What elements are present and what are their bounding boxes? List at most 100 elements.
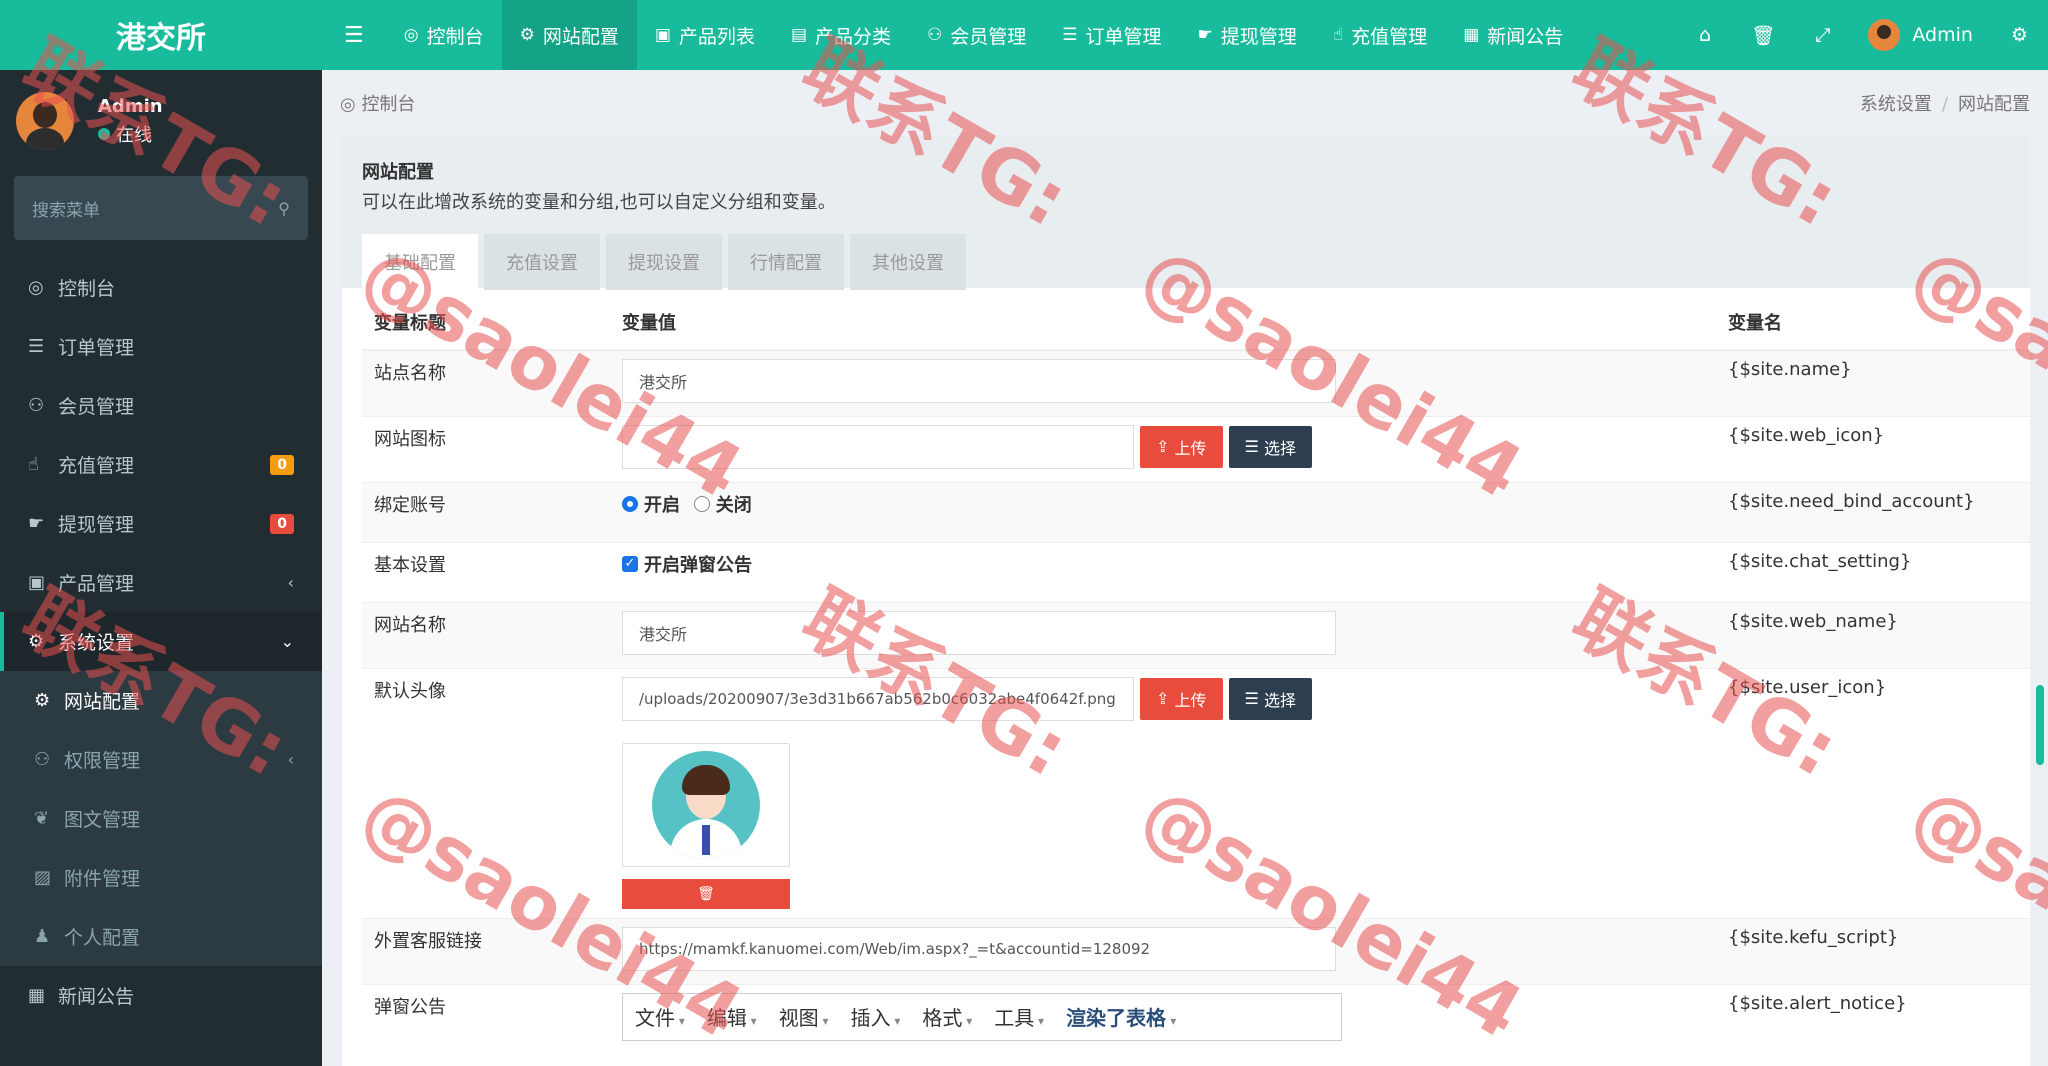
table-row: 绑定账号 开启 关闭 {$site.need_bind_account} [362,481,2030,542]
bag-icon: ▣ [28,572,46,593]
sidebar-item-products[interactable]: ▣ 产品管理 ‹ [0,553,322,612]
editor-menu-tools[interactable]: 工具 [994,1002,1044,1031]
tab-market[interactable]: 行情配置 [728,234,844,290]
user-panel: Admin 在线 [0,70,322,172]
top-navbar: ☰ ◎ 控制台 ⚙ 网站配置 ▣ 产品列表 ▤ 产品分类 ⚇ 会员管理 ☰ 订单管理 ☛ 提现… [322,0,2048,70]
leaf-icon: ❦ [34,808,50,829]
page-title: 网站配置 [362,162,434,183]
editor-menu-view[interactable]: 视图 [779,1002,829,1031]
fullscreen-icon[interactable]: ⤢ [1795,0,1850,70]
site-name-input[interactable]: 港交所 [622,359,1336,403]
online-dot-icon [98,127,110,140]
tab-other[interactable]: 其他设置 [850,234,966,290]
menu-toggle-icon[interactable]: ☰ [322,0,386,70]
topnav-site-config[interactable]: ⚙ 网站配置 [501,0,637,70]
online-status: 在线 [98,121,163,147]
hand-icon: ☝ [28,454,39,475]
sidebar-item-system-settings[interactable]: ⚙ 系统设置 ⌄ [0,612,322,671]
list-icon: ☰ [1244,437,1264,456]
popup-notice-checkbox[interactable]: ✓ 开启弹窗公告 [622,551,752,577]
choose-button[interactable]: ☰ 选择 [1228,677,1312,720]
editor-menu-overlay[interactable]: 渲染了表格 [1066,1002,1176,1031]
image-icon: ▨ [34,867,52,888]
kefu-link-input[interactable]: https://mamkf.kanuomei.com/Web/im.aspx?_… [622,926,1336,971]
delete-avatar-button[interactable]: 🗑︎ [622,878,790,909]
gears-icon: ⚙ [28,631,45,652]
upload-button[interactable]: ⇪ 上传 [1140,425,1223,468]
upload-icon: ⇪ [1156,689,1175,708]
list-icon: ☰ [1244,689,1264,708]
sidebar-item-site-config[interactable]: ⚙ 网站配置 [0,671,322,730]
news-icon: ▦ [1463,25,1480,45]
config-table: 变量标题 变量值 变量名 站点名称 港交所 {$site.name} 网站图标 [362,288,2030,1054]
topnav-members[interactable]: ⚇ 会员管理 [909,0,1044,70]
config-tabs: 基础配置 充值设置 提现设置 行情配置 其他设置 [362,234,2010,290]
config-panel: 网站配置 可以在此增改系统的变量和分组,也可以自定义分组和变量。 基础配置 充值… [342,136,2030,1066]
hand-icon: ☝ [1332,25,1344,45]
sidebar-item-profile[interactable]: ♟ 个人配置 [0,907,322,966]
sidebar-menu: ◎ 控制台 ☰ 订单管理 ⚇ 会员管理 ☝ 充值管理 0 ☛ 提现管理 0 ▣ 产品管理 ‹ ⚙ 系… [0,258,322,1025]
users-icon: ⚇ [28,395,45,416]
tab-withdraw[interactable]: 提现设置 [606,234,722,290]
table-row: 弹窗公告 文件 编辑 视图 插入 格式 工具 渲染了表格 [362,983,2030,1054]
sidebar-item-withdraw[interactable]: ☛ 提现管理 0 [0,494,322,553]
breadcrumb-home[interactable]: ◎ 控制台 [340,90,415,116]
tab-basic[interactable]: 基础配置 [362,234,478,290]
topnav-product-list[interactable]: ▣ 产品列表 [637,0,773,70]
scrollbar[interactable] [2036,685,2044,765]
avatar [16,92,74,150]
column-header: 变量标题 [362,288,610,351]
topnav-dashboard[interactable]: ◎ 控制台 [386,0,502,70]
avatar [1868,19,1901,51]
column-header: 变量名 [1716,288,2030,351]
column-header: 变量值 [610,288,1716,351]
sidebar-item-articles[interactable]: ❦ 图文管理 [0,789,322,848]
trash-icon[interactable]: 🗑︎ [1731,0,1795,70]
web-icon-input[interactable] [622,424,1134,469]
table-row: 网站名称 港交所 {$site.web_name} [362,601,2030,668]
choose-button[interactable]: ☰ 选择 [1228,425,1312,468]
sidebar-item-orders[interactable]: ☰ 订单管理 [0,317,322,376]
sidebar-item-recharge[interactable]: ☝ 充值管理 0 [0,435,322,494]
bind-account-off-radio[interactable]: 关闭 [693,491,752,517]
count-badge: 0 [270,513,294,534]
settings-gears-icon[interactable]: ⚙ [1991,0,2048,70]
chevron-left-icon: ‹ [287,573,294,592]
list-icon: ▤ [790,25,807,45]
topnav-news[interactable]: ▦ 新闻公告 [1445,0,1581,70]
sidebar-item-dashboard[interactable]: ◎ 控制台 [0,258,322,317]
tab-recharge[interactable]: 充值设置 [484,234,600,290]
menu-search-input[interactable]: 搜索菜单 ⚲ [14,176,308,240]
users-icon: ⚇ [927,25,943,45]
editor-menu-format[interactable]: 格式 [922,1002,972,1031]
default-avatar-preview [622,742,790,867]
breadcrumb-item[interactable]: 系统设置 [1860,94,1932,115]
user-menu[interactable]: Admin [1850,19,1991,51]
user-icon-input[interactable]: /uploads/20200907/3e3d31b667ab562b0c6032… [622,676,1134,721]
editor-menu-insert[interactable]: 插入 [851,1002,901,1031]
sidebar-item-attachments[interactable]: ▨ 附件管理 [0,848,322,907]
hand-icon: ☛ [1197,25,1213,45]
main-content: ◎ 控制台 系统设置 / 网站配置 网站配置 可以在此增改系统的变量和分组,也可以自… [322,70,2048,1066]
topnav-product-category[interactable]: ▤ 产品分类 [773,0,909,70]
sidebar-item-members[interactable]: ⚇ 会员管理 [0,376,322,435]
sidebar-item-news[interactable]: ▦ 新闻公告 [0,966,322,1025]
topnav-recharge[interactable]: ☝ 充值管理 [1315,0,1445,70]
table-row: 站点名称 港交所 {$site.name} [362,349,2030,416]
search-icon[interactable]: ⚲ [278,199,290,218]
web-name-input[interactable]: 港交所 [622,610,1336,655]
editor-menu-edit[interactable]: 编辑 [707,1002,757,1031]
topnav-withdraw[interactable]: ☛ 提现管理 [1180,0,1315,70]
sidebar-item-permissions[interactable]: ⚇ 权限管理 ‹ [0,730,322,789]
user-name: Admin [1912,24,1973,46]
home-icon[interactable]: ⌂ [1679,0,1731,70]
brand-logo[interactable]: 港交所 [0,0,322,70]
avatar [652,750,760,859]
bind-account-on-radio[interactable]: 开启 [622,491,680,517]
upload-button[interactable]: ⇪ 上传 [1140,677,1223,720]
editor-menu-file[interactable]: 文件 [635,1002,685,1031]
breadcrumb: ◎ 控制台 系统设置 / 网站配置 [340,70,2030,136]
topnav-orders[interactable]: ☰ 订单管理 [1044,0,1179,70]
page-description: 可以在此增改系统的变量和分组,也可以自定义分组和变量。 [362,192,836,213]
chevron-left-icon: ‹ [287,750,294,769]
